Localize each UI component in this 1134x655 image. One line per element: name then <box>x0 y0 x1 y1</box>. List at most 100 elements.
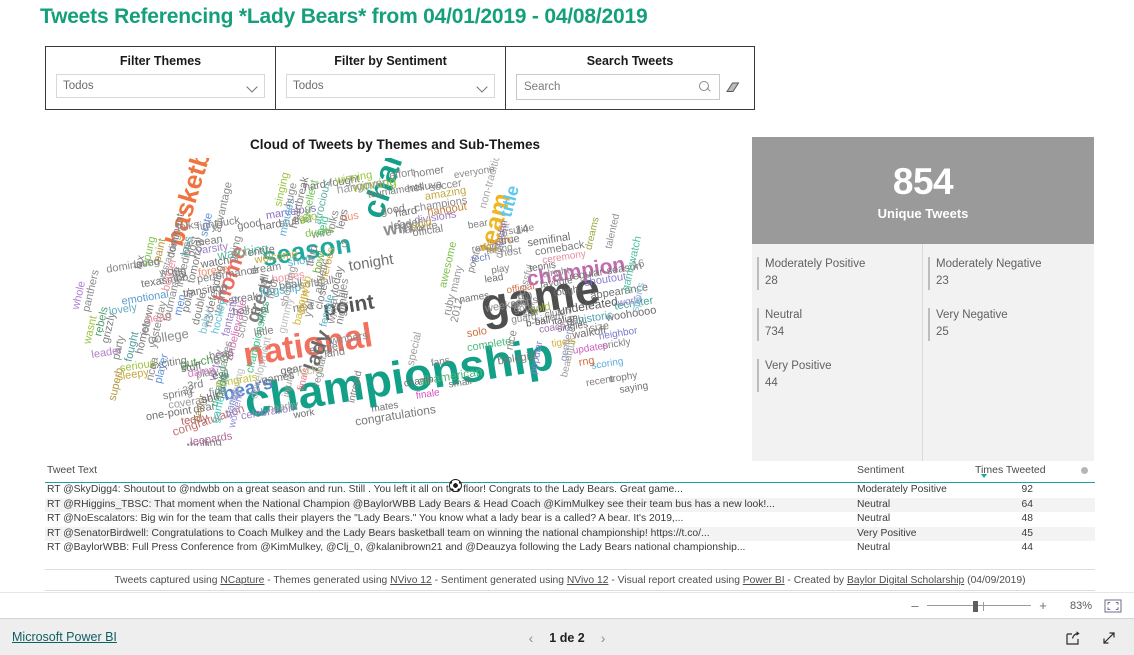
zoom-out-button[interactable]: – <box>908 598 922 613</box>
cloud-word[interactable]: recent <box>585 374 614 389</box>
page-indicator: 1 de 2 <box>549 630 585 645</box>
sentiment-item[interactable]: Neutral 734 <box>752 307 922 341</box>
cloud-word[interactable]: scoring <box>591 356 625 372</box>
cloud-word[interactable]: host <box>500 245 522 260</box>
cloud-word[interactable]: big <box>171 265 187 279</box>
cell-times-tweeted: 92 <box>1021 484 1033 495</box>
table-row[interactable]: RT @RHiggins_TBSC: That moment when the … <box>45 497 1095 512</box>
sentiment-item-label: Neutral <box>765 309 803 321</box>
footer-text: Tweets captured using <box>114 575 221 586</box>
cell-sentiment: Neutral <box>857 542 891 553</box>
cloud-word[interactable]: leps <box>335 208 351 230</box>
sentiment-column-right: Moderately Negative 23 Very Negative 25 <box>923 244 1094 461</box>
sentiment-item[interactable]: Very Negative 25 <box>923 307 1094 341</box>
sentiment-item-value: 44 <box>765 377 778 389</box>
cloud-word[interactable]: tonight <box>348 251 395 275</box>
cloud-word[interactable]: tech <box>471 252 491 266</box>
cell-times-tweeted: 48 <box>1021 513 1033 524</box>
filter-sentiment-slicer[interactable]: Filter by Sentiment Todos <box>276 47 506 109</box>
fit-to-page-icon[interactable] <box>1104 599 1122 613</box>
search-icon[interactable] <box>699 81 712 94</box>
chevron-down-icon <box>478 83 487 92</box>
cell-sentiment: Very Positive <box>857 527 917 539</box>
report-canvas: Tweets Referencing *Lady Bears* from 04/… <box>0 0 1134 592</box>
cell-times-tweeted: 45 <box>1021 527 1033 539</box>
fullscreen-icon[interactable] <box>1100 629 1118 647</box>
footer-link[interactable]: Power BI <box>743 575 785 586</box>
cloud-word[interactable]: finale <box>415 387 440 402</box>
table-row[interactable]: RT @SkyDigg4: Shoutout to @ndwbb on a gr… <box>45 483 1095 498</box>
table-header-row: Tweet Text Sentiment Times Tweeted <box>45 461 1095 483</box>
zoom-slider[interactable] <box>927 599 1031 613</box>
cloud-word[interactable]: leopards <box>190 430 234 446</box>
cloud-word[interactable]: lovely <box>108 302 138 318</box>
cell-tweet-text: RT @RHiggins_TBSC: That moment when the … <box>47 498 775 510</box>
footer-link[interactable]: NCapture <box>220 575 264 586</box>
sort-descending-icon[interactable] <box>981 474 987 478</box>
unique-tweets-value: 854 <box>892 161 954 202</box>
footer-note: Tweets captured using NCapture - Themes … <box>45 569 1095 591</box>
column-header-tweet-text[interactable]: Tweet Text <box>47 464 97 476</box>
sentiment-item[interactable]: Moderately Positive 28 <box>752 256 922 290</box>
filter-themes-value: Todos <box>63 80 94 92</box>
cloud-word[interactable]: 14 <box>514 221 529 237</box>
filter-themes-slicer[interactable]: Filter Themes Todos <box>46 47 276 109</box>
cloud-word[interactable]: effort <box>388 167 414 183</box>
footer-text: - Created by <box>784 575 847 586</box>
cloud-word[interactable]: 16 <box>631 258 645 272</box>
sentiment-column-left: Moderately Positive 28 Neutral 734 Very Posi… <box>752 244 923 461</box>
cloud-word[interactable]: title <box>495 183 523 219</box>
search-input[interactable]: Search <box>516 74 720 100</box>
sentiment-item[interactable]: Moderately Negative 23 <box>923 256 1094 290</box>
sentiment-item-label: Moderately Negative <box>936 258 1042 270</box>
chevron-right-icon[interactable]: › <box>601 631 606 645</box>
tweet-table[interactable]: Tweet Text Sentiment Times Tweeted RT @S… <box>45 461 1095 566</box>
footer-text: - Themes generated using <box>264 575 391 586</box>
word-cloud-area[interactable]: championshipgamenationalchampionshipseas… <box>55 158 735 446</box>
app-bottom-bar: Microsoft Power BI ‹ 1 de 2 › <box>0 618 1134 655</box>
footer-link[interactable]: Baylor Digital Scholarship <box>847 575 964 586</box>
filter-sentiment-dropdown[interactable]: Todos <box>286 74 495 98</box>
cloud-word[interactable]: saying <box>619 380 649 395</box>
cloud-word[interactable]: folks <box>176 219 200 234</box>
sentiment-item[interactable]: Very Positive 44 <box>752 358 922 392</box>
table-row[interactable]: RT @NoEscalators: Big win for the team t… <box>45 512 1095 527</box>
cloud-word[interactable]: talented <box>603 213 622 250</box>
power-bi-report-window: Tweets Referencing *Lady Bears* from 04/… <box>0 0 1134 655</box>
column-header-sentiment[interactable]: Sentiment <box>857 464 904 476</box>
footer-text: - Visual report created using <box>608 575 743 586</box>
zoom-slider-thumb[interactable] <box>973 600 978 612</box>
filter-themes-dropdown[interactable]: Todos <box>56 74 265 98</box>
word-cloud-title: Cloud of Tweets by Themes and Sub-Themes <box>249 137 541 152</box>
cloud-word[interactable]: 32 <box>181 384 195 398</box>
zoom-bar: – + 83% <box>0 592 1134 618</box>
sentiment-item-value: 25 <box>936 326 949 338</box>
zoom-slider-tick <box>983 601 984 611</box>
visual-options-icon[interactable] <box>1081 467 1088 474</box>
cell-tweet-text: RT @BaylorWBB: Full Press Conference fro… <box>47 542 746 553</box>
unique-tweets-card[interactable]: 854 Unique Tweets <box>752 137 1094 244</box>
sentiment-item-label: Very Negative <box>936 309 1008 321</box>
footer-link[interactable]: NVivo 12 <box>390 575 432 586</box>
chevron-left-icon[interactable]: ‹ <box>529 631 534 645</box>
sentiment-breakdown-card[interactable]: Moderately Positive 28 Neutral 734 Very Posi… <box>752 244 1094 461</box>
cloud-word[interactable]: superb <box>107 367 126 402</box>
sentiment-item-label: Moderately Positive <box>765 258 866 270</box>
share-icon[interactable] <box>1064 629 1082 647</box>
zoom-in-button[interactable]: + <box>1036 598 1050 613</box>
filter-sentiment-value: Todos <box>293 80 324 92</box>
word-cloud-visual[interactable]: Cloud of Tweets by Themes and Sub-Themes… <box>45 130 745 492</box>
page-title: Tweets Referencing *Lady Bears* from 04/… <box>40 5 648 28</box>
eraser-icon[interactable] <box>720 74 744 100</box>
cell-sentiment: Neutral <box>857 498 891 510</box>
cell-tweet-text: RT @SenatorBirdwell: Congratulations to … <box>47 527 710 539</box>
cloud-word[interactable]: dreams <box>583 216 601 251</box>
filter-bar: Filter Themes Todos Filter by Sentiment … <box>45 46 755 110</box>
search-tweets-slicer[interactable]: Search Tweets Search <box>506 47 754 109</box>
footer-text: (04/09/2019) <box>964 575 1026 586</box>
table-row[interactable]: RT @SenatorBirdwell: Congratulations to … <box>45 526 1095 541</box>
filter-themes-label: Filter Themes <box>119 54 202 68</box>
footer-link[interactable]: NVivo 12 <box>567 575 609 586</box>
zoom-percent-label: 83% <box>1069 599 1092 612</box>
table-row[interactable]: RT @BaylorWBB: Full Press Conference fro… <box>45 541 1095 556</box>
